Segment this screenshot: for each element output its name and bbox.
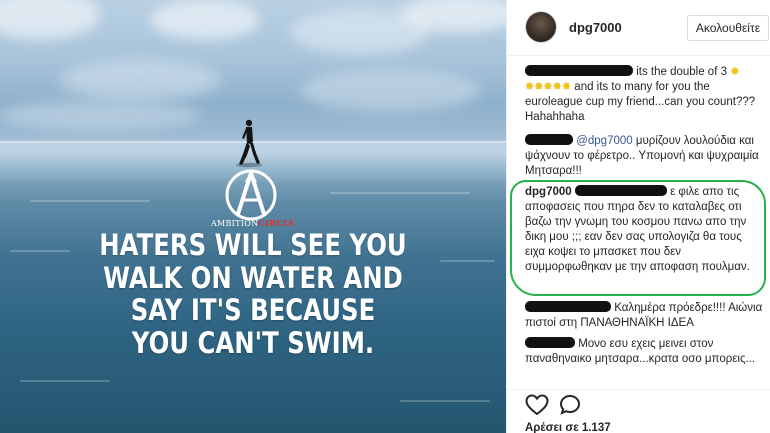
post-header: dpg7000 Ακολουθείτε xyxy=(507,0,770,56)
comment: @dpg7000 μυρίζουν λουλούδια και ψάχνουν … xyxy=(525,134,765,179)
redacted-username xyxy=(525,134,573,145)
ripple xyxy=(330,192,470,194)
comment: dpg7000 ε φιλε απο τις αποφασεις που πηρ… xyxy=(525,185,765,275)
speech-bubble-icon[interactable] xyxy=(559,394,581,416)
post-side-panel: dpg7000 Ακολουθείτε its the double of 3 … xyxy=(506,0,770,433)
mention-link[interactable]: @dpg7000 xyxy=(576,135,632,147)
sparkle-emoji-icon: ✸ xyxy=(730,66,740,78)
heart-icon[interactable] xyxy=(525,394,549,416)
cloud xyxy=(300,70,480,112)
likes-count[interactable]: Αρέσει σε 1.137 xyxy=(525,422,611,433)
sparkle-emoji-icon: ✸✸✸✸✸ xyxy=(525,81,572,93)
ripple xyxy=(440,260,495,262)
author-avatar[interactable] xyxy=(525,11,557,43)
redacted-username xyxy=(525,65,633,76)
comment: its the double of 3 ✸ ✸✸✸✸✸ and its to m… xyxy=(525,65,765,125)
ripple xyxy=(10,250,70,252)
ripple xyxy=(30,200,150,202)
quote-text: HATERS WILL SEE YOU WALK ON WATER AND SA… xyxy=(99,228,407,360)
redacted-username xyxy=(525,301,611,312)
walking-man-figure xyxy=(236,119,262,168)
logo-wordmark: AMBITIONCIRCLE xyxy=(205,218,301,228)
redacted-username xyxy=(525,337,575,348)
comment-text: ε φιλε απο τις αποφασεις που πηρα δεν το… xyxy=(525,186,750,273)
ripple xyxy=(20,380,110,382)
cloud xyxy=(0,0,100,40)
logo-text-accent: CIRCLE xyxy=(258,218,296,228)
following-button[interactable]: Ακολουθείτε xyxy=(687,15,769,41)
comment-text: its the double of 3 xyxy=(636,66,727,78)
ripple xyxy=(400,400,490,402)
cloud xyxy=(60,60,220,100)
comment: Μονο εσυ εχεις μεινει στον παναθηναικο μ… xyxy=(525,337,765,367)
cloud xyxy=(150,0,260,40)
comment-username[interactable]: dpg7000 xyxy=(525,186,572,198)
redacted-mention xyxy=(574,185,667,196)
post-image[interactable]: AMBITIONCIRCLE HATERS WILL SEE YOU WALK … xyxy=(0,0,506,433)
post-actions: Αρέσει σε 1.137 xyxy=(507,389,770,433)
comment: Καλημέρα πρόεδρε!!!! Αιώνια πιστοί στη Π… xyxy=(525,301,765,331)
cloud xyxy=(0,100,200,130)
author-username[interactable]: dpg7000 xyxy=(569,20,622,35)
logo-text-main: AMBITION xyxy=(210,219,259,228)
comments-list[interactable]: its the double of 3 ✸ ✸✸✸✸✸ and its to m… xyxy=(507,57,770,389)
